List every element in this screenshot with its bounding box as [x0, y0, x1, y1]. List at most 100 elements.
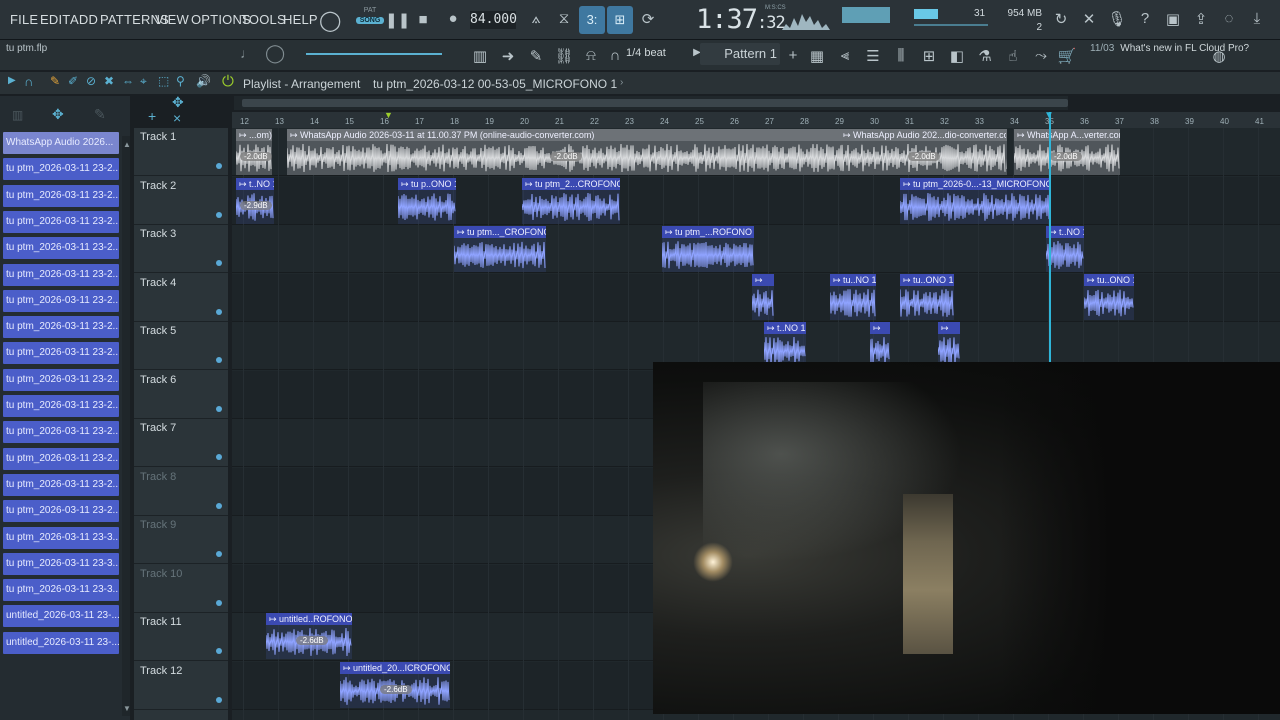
- track-header[interactable]: Track 6: [134, 371, 228, 419]
- playhead[interactable]: [1049, 112, 1051, 362]
- picker-clip[interactable]: tu ptm_2026-03-11 23-2...: [3, 421, 119, 444]
- menu-file[interactable]: FILE: [10, 12, 38, 27]
- master-pitch-slider[interactable]: [306, 53, 442, 55]
- brush-icon[interactable]: ✎: [525, 47, 547, 65]
- audio-clip[interactable]: ↦: [752, 274, 774, 320]
- track-enable-icon[interactable]: [216, 211, 222, 218]
- help-icon[interactable]: ?: [1134, 10, 1156, 27]
- tools-icon[interactable]: ✕: [1078, 10, 1100, 28]
- mixer-icon[interactable]: ⫼: [890, 47, 912, 64]
- loop-start-marker-icon[interactable]: ▼: [384, 110, 393, 120]
- pat-song-toggle[interactable]: PAT SONG: [356, 7, 384, 33]
- track-enable-icon[interactable]: [216, 599, 222, 606]
- pan-icon[interactable]: ✥: [52, 106, 64, 123]
- zoom-handle-icon[interactable]: ✥: [172, 94, 184, 111]
- track-lane[interactable]: [232, 176, 1280, 225]
- stamp-icon[interactable]: ⍾: [580, 47, 602, 64]
- picker-clip[interactable]: tu ptm_2026-03-11 23-2...: [3, 263, 119, 286]
- picker-scroll-up-icon[interactable]: ▲: [123, 140, 131, 149]
- track-header[interactable]: Track 2: [134, 177, 228, 225]
- picker-clip[interactable]: tu ptm_2026-03-11 23-2...: [3, 184, 119, 207]
- magnet-icon[interactable]: ∩: [24, 74, 33, 89]
- browser-icon[interactable]: ◧: [946, 47, 968, 65]
- track-header[interactable]: Track 11: [134, 613, 228, 661]
- cart-icon[interactable]: 🛒: [1056, 47, 1078, 65]
- playlist-play-icon[interactable]: ▶: [8, 75, 16, 86]
- arrow-right-icon[interactable]: ➜: [497, 47, 519, 65]
- wait-record-icon[interactable]: ⧖: [553, 10, 575, 27]
- track-header[interactable]: Track 12: [134, 662, 228, 710]
- menu-edit[interactable]: EDIT: [40, 12, 70, 27]
- pattern-selector[interactable]: Pattern 1: [700, 43, 780, 65]
- audio-clip[interactable]: ↦ t..NO 1: [1046, 226, 1084, 272]
- picker-clip[interactable]: tu ptm_2026-03-11 23-2...: [3, 500, 119, 523]
- audio-clip[interactable]: ↦ tu ptm_2026-0...-13_MICROFONO 1: [900, 178, 1050, 224]
- microphone-icon[interactable]: 🎙: [1106, 10, 1128, 28]
- menu-help[interactable]: HELP: [283, 12, 318, 27]
- record-icon[interactable]: ●: [442, 10, 464, 27]
- audio-clip[interactable]: ↦ tu p..ONO 1: [398, 178, 456, 224]
- menu-add[interactable]: ADD: [70, 12, 98, 27]
- playhead-marker-icon[interactable]: ▼: [1044, 110, 1054, 121]
- track-header[interactable]: Track 3: [134, 225, 228, 273]
- track-enable-icon[interactable]: [216, 648, 222, 654]
- track-enable-icon[interactable]: [216, 163, 222, 169]
- audio-clip[interactable]: ↦ t..NO 1: [764, 322, 806, 362]
- remove-track-icon[interactable]: ×: [173, 110, 181, 126]
- track-header[interactable]: Track 10: [134, 565, 228, 613]
- snap-selector[interactable]: 1/4 beat: [626, 47, 666, 59]
- step-sequencer-icon[interactable]: ⫷: [834, 47, 856, 64]
- save-icon[interactable]: ▣: [1162, 10, 1184, 28]
- zoom-icon[interactable]: ⚲: [176, 74, 185, 88]
- audio-clip[interactable]: ↦ tu..NO 1: [830, 274, 876, 320]
- main-volume-icon[interactable]: ♩: [240, 45, 254, 61]
- channel-rack-icon[interactable]: ▦: [806, 47, 828, 65]
- picker-clip[interactable]: tu ptm_2026-03-11 23-2...: [3, 237, 119, 260]
- pitch-knob-icon[interactable]: ◯: [265, 43, 285, 64]
- slip-icon[interactable]: ⇔: [122, 74, 134, 88]
- touch-keyboard-icon[interactable]: ☝: [1002, 47, 1024, 65]
- picker-icon[interactable]: ▥: [12, 108, 23, 122]
- plugin-picker-icon[interactable]: ⊞: [918, 47, 940, 65]
- pause-icon[interactable]: ❚❚: [385, 11, 410, 29]
- pencil-icon[interactable]: ✎: [50, 74, 60, 88]
- picker-clip[interactable]: untitled_2026-03-11 23-...: [3, 631, 119, 654]
- paint-icon[interactable]: ✐: [68, 74, 78, 88]
- audio-clip[interactable]: ↦ tu..ONO 1: [1084, 274, 1134, 320]
- picker-clip[interactable]: tu ptm_2026-03-11 23-2...: [3, 289, 119, 312]
- track-enable-icon[interactable]: [216, 551, 222, 557]
- piano-roll-icon[interactable]: ▥: [469, 47, 491, 65]
- link-icon[interactable]: ⛓: [553, 47, 575, 65]
- track-enable-icon[interactable]: [216, 405, 222, 412]
- picker-clip[interactable]: tu ptm_2026-03-11 23-2...: [3, 210, 119, 233]
- picker-scrollbar[interactable]: [122, 136, 130, 716]
- picker-clip[interactable]: tu ptm_2026-03-11 23-3...: [3, 526, 119, 549]
- picker-clip[interactable]: tu ptm_2026-03-11 23-2...: [3, 368, 119, 391]
- stop-icon[interactable]: ■: [412, 11, 434, 28]
- track-header[interactable]: Track 8: [134, 468, 228, 516]
- picker-clip[interactable]: tu ptm_2026-03-11 23-2...: [3, 158, 119, 181]
- magnet-snap-icon[interactable]: ∩: [604, 47, 626, 64]
- select-icon[interactable]: ⬚: [158, 74, 169, 88]
- mute-icon[interactable]: ✖: [104, 74, 114, 88]
- menu-tools[interactable]: TOOLS: [241, 12, 286, 27]
- picker-clip[interactable]: tu ptm_2026-03-11 23-2...: [3, 473, 119, 496]
- track-enable-icon[interactable]: [216, 260, 222, 266]
- picker-clip[interactable]: WhatsApp Audio 2026...: [3, 132, 119, 154]
- picker-scroll-down-icon[interactable]: ▼: [123, 704, 131, 713]
- picker-clip[interactable]: tu ptm_2026-03-11 23-3...: [3, 552, 119, 575]
- picker-clip[interactable]: tu ptm_2026-03-11 23-2...: [3, 316, 119, 339]
- loop-record-icon[interactable]: ⟳: [637, 10, 659, 28]
- track-enable-icon[interactable]: [216, 696, 222, 703]
- track-header[interactable]: Track 4: [134, 274, 228, 322]
- blend-notes-toggle-icon[interactable]: ⊞: [607, 6, 633, 34]
- undo-icon[interactable]: ↻: [1050, 10, 1072, 28]
- download-icon[interactable]: ⤓: [1246, 10, 1268, 27]
- chat-icon[interactable]: ◌: [1218, 10, 1240, 27]
- countdown-toggle-icon[interactable]: 3:: [579, 6, 605, 34]
- tempo-tapper-icon[interactable]: ⤳: [1030, 47, 1052, 64]
- add-track-icon[interactable]: +: [148, 108, 156, 124]
- audio-clip[interactable]: ↦ tu ptm_...ROFONO 1: [662, 226, 754, 272]
- delete-icon[interactable]: ⊘: [86, 74, 96, 88]
- scroll-thumb[interactable]: [242, 99, 1068, 107]
